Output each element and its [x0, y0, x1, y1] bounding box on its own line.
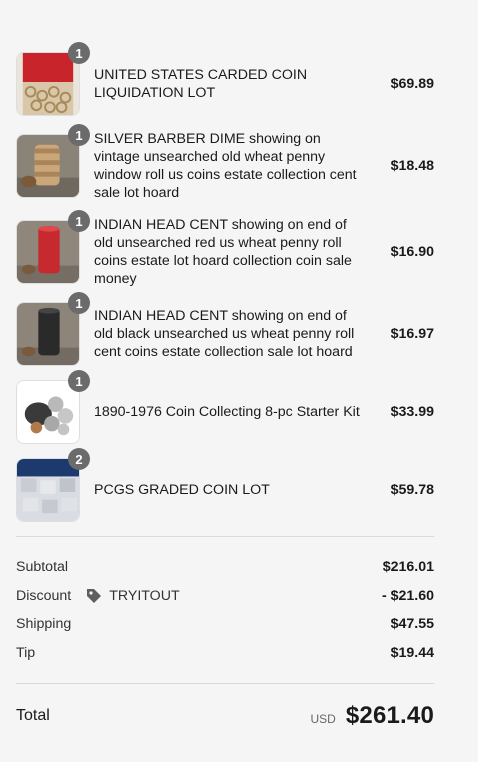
item-title: PCGS GRADED COIN LOT [94, 482, 270, 498]
tip-value: $19.44 [390, 644, 434, 661]
item-title: 1890-1976 Coin Collecting 8-pc Starter K… [94, 404, 360, 420]
subtotal-value: $216.01 [382, 559, 434, 576]
item-title: INDIAN HEAD CENT showing on end of old u… [94, 217, 352, 287]
discount-row: Discount TRYITOUT - $21.60 [16, 582, 434, 611]
shipping-row: Shipping $47.55 [16, 610, 434, 639]
item-price: $18.48 [390, 158, 434, 174]
quantity-badge: 1 [68, 210, 90, 232]
quantity-badge: 1 [68, 42, 90, 64]
quantity-badge: 2 [68, 448, 90, 470]
item-price: $16.90 [390, 244, 434, 260]
product-thumbnail: 2 [16, 448, 90, 522]
quantity-badge: 1 [68, 370, 90, 392]
line-item: 1 1890-1976 Coin Collecting 8-pc Starter… [16, 370, 434, 444]
tip-label: Tip [16, 644, 36, 661]
product-image [16, 302, 80, 366]
total-amount-group: USD $261.40 [311, 702, 435, 730]
item-title: INDIAN HEAD CENT showing on end of old b… [94, 308, 355, 360]
total-row: Total USD $261.40 [16, 702, 434, 730]
product-thumbnail: 1 [16, 210, 90, 284]
tag-icon [87, 588, 102, 603]
divider [16, 536, 434, 537]
item-price: $33.99 [390, 404, 434, 420]
line-item: 1 UNITED STATES CARDED COIN LIQUIDATION … [16, 42, 434, 116]
total-amount: $261.40 [345, 702, 434, 729]
product-thumbnail: 1 [16, 124, 90, 198]
item-title: UNITED STATES CARDED COIN LIQUIDATION LO… [94, 67, 308, 101]
subtotal-row: Subtotal $216.01 [16, 553, 434, 582]
shipping-label: Shipping [16, 616, 72, 633]
discount-code-tag: TRYITOUT [85, 587, 180, 605]
product-image [16, 380, 80, 444]
product-image [16, 52, 80, 116]
discount-code: TRYITOUT [109, 587, 180, 604]
shipping-value: $47.55 [390, 616, 434, 633]
product-image [16, 458, 80, 522]
quantity-badge: 1 [68, 124, 90, 146]
item-title: SILVER BARBER DIME showing on vintage un… [94, 131, 357, 201]
cost-breakdown: Subtotal $216.01 Discount TRYITOUT - $21… [16, 553, 434, 667]
line-item: 1 INDIAN HEAD CENT showing on end of old… [16, 210, 434, 288]
line-item: 1 SILVER BARBER DIME showing on vintage … [16, 124, 434, 202]
product-thumbnail: 1 [16, 292, 90, 366]
line-item: 2 PCGS GRADED COIN LOT $59.78 [16, 448, 434, 522]
discount-label: Discount [16, 587, 72, 604]
total-label: Total [16, 707, 50, 724]
product-image [16, 134, 80, 198]
currency-code: USD [310, 712, 336, 726]
product-image [16, 220, 80, 284]
item-price: $59.78 [390, 482, 434, 498]
order-summary: 1 UNITED STATES CARDED COIN LIQUIDATION … [16, 0, 434, 730]
quantity-badge: 1 [68, 292, 90, 314]
line-items: 1 UNITED STATES CARDED COIN LIQUIDATION … [16, 42, 434, 522]
product-thumbnail: 1 [16, 370, 90, 444]
tip-row: Tip $19.44 [16, 639, 434, 668]
discount-value: - $21.60 [381, 587, 434, 604]
item-price: $16.97 [390, 326, 434, 342]
line-item: 1 INDIAN HEAD CENT showing on end of old… [16, 292, 434, 366]
subtotal-label: Subtotal [16, 559, 69, 576]
discount-label-group: Discount TRYITOUT [16, 587, 180, 605]
item-price: $69.89 [390, 76, 434, 92]
divider [16, 683, 434, 684]
product-thumbnail: 1 [16, 42, 90, 116]
